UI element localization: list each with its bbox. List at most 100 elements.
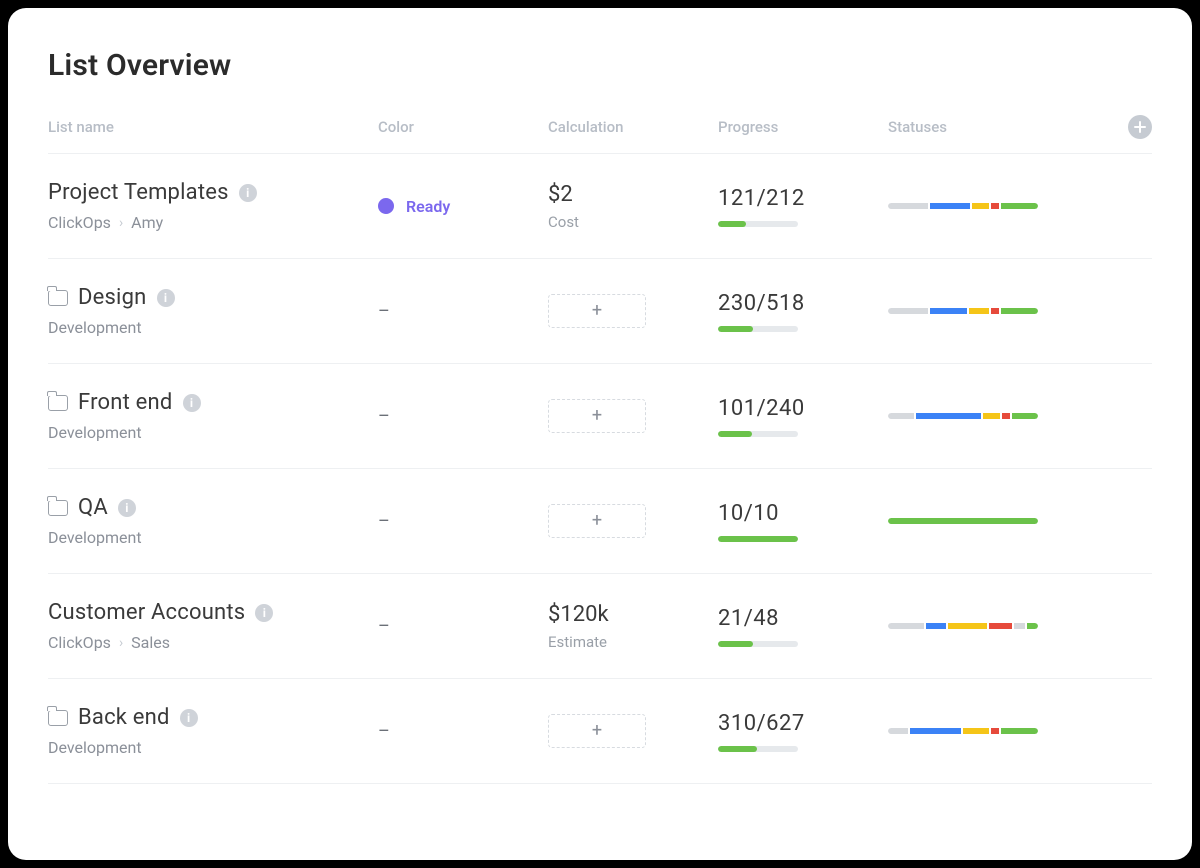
progress-bar [718,536,798,542]
list-name: Design [78,285,147,310]
progress-fill [718,221,746,227]
name-line: Front endi [48,390,378,415]
info-icon[interactable]: i [183,394,201,412]
color-cell[interactable]: – [378,616,548,637]
calculation-cell: + [548,399,718,433]
breadcrumb-item[interactable]: Development [48,423,142,442]
statuses-cell [888,518,1112,524]
info-icon[interactable]: i [157,289,175,307]
info-icon[interactable]: i [180,709,198,727]
table-row[interactable]: Designi Development – +230/518 [48,259,1152,364]
status-segment [1012,413,1038,419]
add-calculation-button[interactable]: + [548,294,646,328]
name-line: Designi [48,285,378,310]
progress-text: 101/240 [718,396,805,421]
status-bar [888,728,1038,734]
list-name: QA [78,495,108,520]
status-segment [910,728,961,734]
status-segment [948,623,987,629]
page-title: List Overview [48,48,1152,83]
color-cell[interactable]: – [378,301,548,322]
status-segment [888,518,1038,524]
table-row[interactable]: Front endi Development – +101/240 [48,364,1152,469]
chevron-right-icon: › [119,635,123,651]
calculation-cell: + [548,294,718,328]
folder-icon [48,710,68,726]
progress-fill [718,431,752,437]
color-cell[interactable]: – [378,406,548,427]
table-row[interactable]: Customer AccountsiClickOps›Sales–$120kEs… [48,574,1152,679]
progress-bar [718,221,798,227]
status-segment [888,623,924,629]
status-segment [969,308,989,314]
name-cell: Customer AccountsiClickOps›Sales [48,600,378,652]
calculation-value: $2 [548,182,573,207]
breadcrumb-item[interactable]: Development [48,738,142,757]
color-cell[interactable]: Ready [378,197,548,216]
breadcrumb-item[interactable]: Development [48,318,142,337]
add-calculation-button[interactable]: + [548,399,646,433]
status-segment [1001,728,1038,734]
breadcrumb-item[interactable]: ClickOps [48,633,111,652]
status-segment [1002,413,1011,419]
info-icon[interactable]: i [118,499,136,517]
add-calculation-button[interactable]: + [548,504,646,538]
progress-cell: 310/627 [718,711,888,752]
table-row[interactable]: QA i Development – +10/10 [48,469,1152,574]
list-overview-card: List Overview List name Color Calculatio… [8,8,1192,860]
status-segment [888,413,914,419]
color-label: Ready [406,197,450,216]
progress-bar [718,431,798,437]
breadcrumb-item[interactable]: Development [48,528,142,547]
col-header-progress: Progress [718,118,888,136]
breadcrumb: ClickOps›Amy [48,213,378,232]
status-bar [888,623,1038,629]
progress-cell: 10/10 [718,501,888,542]
table-header: List name Color Calculation Progress Sta… [48,115,1152,154]
empty-value: – [378,511,390,532]
breadcrumb: Development [48,318,378,337]
folder-icon [48,290,68,306]
table-body: Project TemplatesiClickOps›AmyReady$2Cos… [48,154,1152,784]
breadcrumb: ClickOps › Sales [48,633,378,652]
breadcrumb-item[interactable]: Amy [131,213,163,232]
col-header-color: Color [378,118,548,136]
color-cell[interactable]: – [378,511,548,532]
calculation-label: Estimate [548,633,607,651]
name-cell: Back endiDevelopment [48,705,378,757]
progress-text: 230/518 [718,291,805,316]
table-row[interactable]: Project TemplatesiClickOps›AmyReady$2Cos… [48,154,1152,259]
empty-value: – [378,406,390,427]
breadcrumb-item[interactable]: ClickOps [48,213,111,232]
progress-fill [718,746,757,752]
list-name: Project Templates [48,180,229,205]
progress-bar [718,641,798,647]
progress-cell: 101/240 [718,396,888,437]
table-row[interactable]: Back endiDevelopment–+310/627 [48,679,1152,784]
progress-fill [718,641,753,647]
status-segment [888,203,928,209]
color-cell[interactable]: – [378,721,548,742]
add-column-button[interactable] [1128,115,1152,139]
calculation-cell: + [548,504,718,538]
empty-value: – [378,301,390,322]
status-bar [888,413,1038,419]
calculation-value: $120k [548,602,609,627]
info-icon[interactable]: i [255,604,273,622]
progress-fill [718,536,798,542]
statuses-cell [888,623,1112,629]
breadcrumb: Development [48,528,378,547]
breadcrumb-item[interactable]: Sales [131,633,170,652]
status-segment [972,203,989,209]
add-calculation-button[interactable]: + [548,714,646,748]
col-header-statuses: Statuses [888,118,1112,136]
status-segment [983,413,1000,419]
status-segment [1001,203,1038,209]
name-line: QA i [48,495,378,520]
folder-icon [48,395,68,411]
status-segment [916,413,981,419]
empty-value: – [378,721,390,742]
status-segment [1027,623,1038,629]
status-segment [930,308,967,314]
info-icon[interactable]: i [239,184,257,202]
